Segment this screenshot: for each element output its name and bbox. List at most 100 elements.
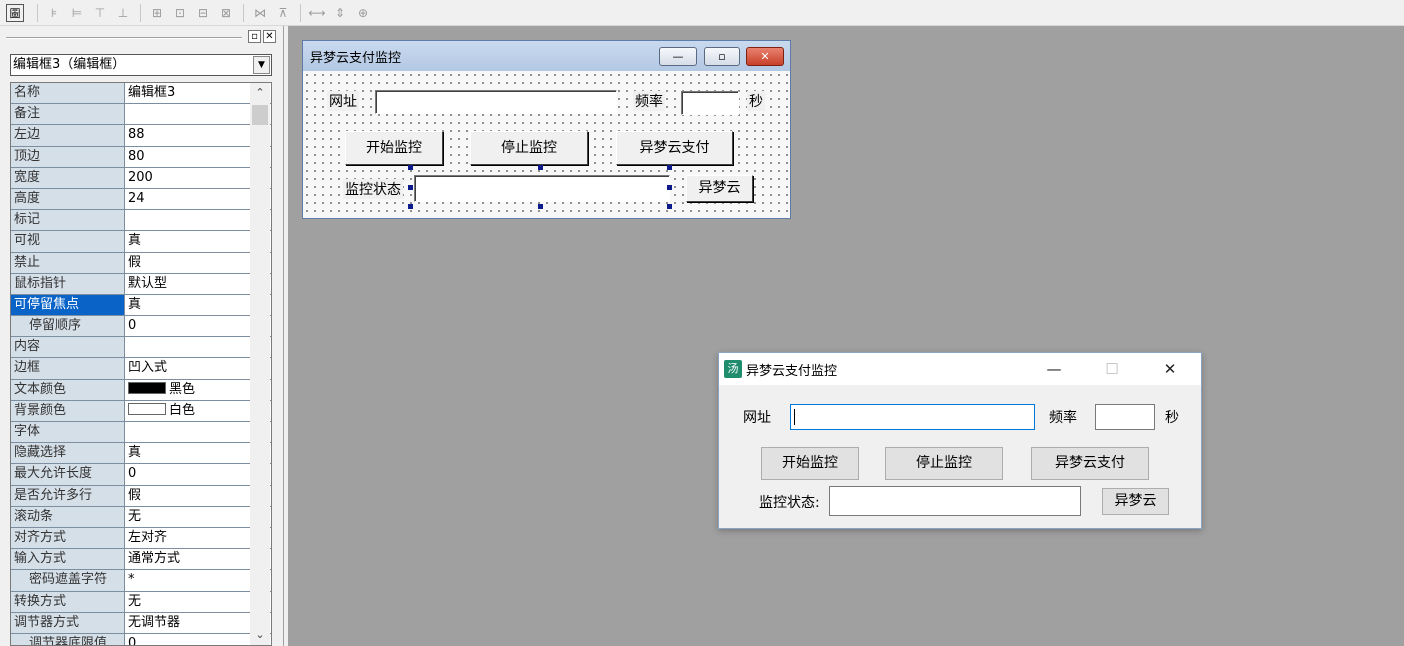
- property-name: 左边: [11, 125, 125, 146]
- design-stop-button[interactable]: 停止监控: [470, 131, 588, 165]
- runtime-cloud-button[interactable]: 异梦云: [1102, 488, 1169, 515]
- property-row[interactable]: 滚动条无: [11, 506, 271, 528]
- property-row[interactable]: 文本颜色 黑色: [11, 379, 271, 401]
- property-row[interactable]: 字体: [11, 422, 271, 444]
- space-v-icon[interactable]: ⊼: [272, 3, 294, 23]
- runtime-pay-button[interactable]: 异梦云支付: [1031, 447, 1149, 480]
- app-icon: 汤: [724, 360, 742, 378]
- scroll-up-icon[interactable]: ⌃: [250, 83, 270, 103]
- design-form-title: 异梦云支付监控: [310, 50, 402, 66]
- property-row[interactable]: 转换方式无: [11, 591, 271, 613]
- design-start-button[interactable]: 开始监控: [345, 131, 443, 165]
- design-url-label: 网址: [327, 91, 359, 111]
- design-close-button[interactable]: ✕: [746, 47, 784, 66]
- align-bottom-icon[interactable]: ⊥: [112, 3, 134, 23]
- component-select[interactable]: 编辑框3（编辑框） ▼: [10, 54, 272, 76]
- component-select-value: 编辑框3（编辑框）: [13, 57, 126, 72]
- property-row[interactable]: 宽度 200: [11, 167, 271, 189]
- size-both-icon[interactable]: ⊕: [352, 3, 374, 23]
- design-pay-button[interactable]: 异梦云支付: [616, 131, 733, 165]
- property-row[interactable]: 对齐方式 左对齐: [11, 527, 271, 550]
- property-row[interactable]: 可视真: [11, 231, 271, 253]
- property-name: 高度: [11, 188, 125, 210]
- space-h-icon[interactable]: ⋈: [249, 3, 271, 23]
- runtime-stop-button[interactable]: 停止监控: [885, 447, 1003, 480]
- runtime-minimize-button[interactable]: —: [1031, 353, 1077, 385]
- property-name: 可视: [11, 231, 125, 252]
- design-maximize-button[interactable]: ▫: [704, 47, 740, 66]
- property-name: 可停留焦点: [11, 294, 125, 316]
- toolbar-separator: [37, 3, 38, 22]
- property-row[interactable]: 顶边 80: [11, 146, 271, 168]
- resize-handle[interactable]: [408, 185, 413, 190]
- resize-handle[interactable]: [667, 185, 672, 190]
- same-width-icon[interactable]: ⊟: [192, 3, 214, 23]
- panel-grip[interactable]: [6, 37, 242, 39]
- runtime-url-input[interactable]: [790, 404, 1035, 430]
- runtime-titlebar[interactable]: 汤 异梦云支付监控 — ☐ ✕: [719, 353, 1201, 385]
- panel-close-button[interactable]: ✕: [263, 30, 276, 43]
- dropdown-arrow-icon[interactable]: ▼: [253, 56, 270, 74]
- align-left-icon[interactable]: ⊧: [43, 3, 65, 23]
- scroll-down-icon[interactable]: ⌄: [250, 625, 270, 645]
- runtime-maximize-button: ☐: [1105, 360, 1119, 378]
- property-row[interactable]: 最大允许长度 0: [11, 464, 271, 486]
- resize-handle[interactable]: [667, 165, 672, 170]
- property-row[interactable]: 鼠标指针 默认型: [11, 273, 271, 295]
- runtime-window[interactable]: 汤 异梦云支付监控 — ☐ ✕ 网址 频率 秒 开始监控 停止监控 异梦云支付 …: [718, 352, 1202, 529]
- property-row[interactable]: 标记: [11, 210, 271, 232]
- center-v-icon[interactable]: ⊡: [169, 3, 191, 23]
- property-row[interactable]: 边框 凹入式: [11, 358, 271, 380]
- design-minimize-button[interactable]: —: [659, 47, 697, 66]
- designer-toolbar: 圖 ⊧ ⊨ ⊤ ⊥ ⊞ ⊡ ⊟ ⊠ ⋈ ⊼ ⟷ ⇕ ⊕: [0, 0, 1404, 26]
- runtime-start-button[interactable]: 开始监控: [761, 447, 859, 480]
- property-name: 滚动条: [11, 506, 125, 527]
- property-row[interactable]: 隐藏选择真: [11, 443, 271, 465]
- property-row[interactable]: 停留顺序 0: [11, 316, 271, 338]
- property-row[interactable]: 禁止假: [11, 252, 271, 274]
- resize-handle[interactable]: [538, 204, 543, 209]
- color-swatch: [128, 381, 166, 394]
- property-row[interactable]: 背景颜色 白色: [11, 400, 271, 422]
- color-swatch: [128, 402, 166, 415]
- property-scrollbar[interactable]: ⌃ ⌄: [250, 83, 270, 645]
- panel-minimize-button[interactable]: ▫: [248, 30, 261, 43]
- property-name: 密码遮盖字符: [11, 570, 125, 591]
- resize-handle[interactable]: [408, 204, 413, 209]
- size-v-icon[interactable]: ⇕: [329, 3, 351, 23]
- center-h-icon[interactable]: ⊞: [146, 3, 168, 23]
- form-icon[interactable]: 圖: [6, 3, 24, 22]
- property-name: 宽度: [11, 167, 125, 188]
- property-row[interactable]: 可停留焦点真: [11, 294, 271, 317]
- property-row[interactable]: 是否允许多行假: [11, 485, 271, 507]
- runtime-close-button[interactable]: ✕: [1147, 353, 1193, 385]
- design-status-input-selected[interactable]: [414, 175, 670, 202]
- property-name: 转换方式: [11, 591, 125, 612]
- property-row[interactable]: 内容: [11, 337, 271, 359]
- scroll-thumb[interactable]: [252, 105, 268, 125]
- text-caret: [794, 409, 795, 425]
- property-row[interactable]: 备注: [11, 104, 271, 126]
- property-row[interactable]: 名称 编辑框3: [11, 83, 271, 105]
- design-rate-input[interactable]: [681, 91, 739, 115]
- size-h-icon[interactable]: ⟷: [306, 3, 328, 23]
- align-top-icon[interactable]: ⊤: [89, 3, 111, 23]
- resize-handle[interactable]: [667, 204, 672, 209]
- property-row[interactable]: 左边 88: [11, 125, 271, 147]
- same-height-icon[interactable]: ⊠: [215, 3, 237, 23]
- design-form[interactable]: 异梦云支付监控 — ▫ ✕ 网址 频率 秒 开始监控 停止监控 异梦云支付 监控…: [302, 40, 791, 219]
- runtime-status-input[interactable]: [829, 486, 1081, 516]
- design-form-titlebar[interactable]: 异梦云支付监控 — ▫ ✕: [303, 41, 790, 71]
- property-row[interactable]: 调节器底限值 0: [11, 633, 271, 645]
- resize-handle[interactable]: [408, 165, 413, 170]
- align-right-icon[interactable]: ⊨: [66, 3, 88, 23]
- property-row[interactable]: 密码遮盖字符 *: [11, 570, 271, 592]
- property-row[interactable]: 调节器方式 无调节器: [11, 612, 271, 634]
- runtime-rate-input[interactable]: [1095, 404, 1155, 430]
- resize-handle[interactable]: [538, 165, 543, 170]
- design-form-grid[interactable]: 网址 频率 秒 开始监控 停止监控 异梦云支付 监控状态 异梦云: [303, 71, 790, 218]
- design-cloud-button[interactable]: 异梦云: [686, 175, 753, 202]
- design-url-input[interactable]: [375, 90, 617, 114]
- property-row[interactable]: 高度 24: [11, 188, 271, 211]
- property-row[interactable]: 输入方式 通常方式: [11, 549, 271, 571]
